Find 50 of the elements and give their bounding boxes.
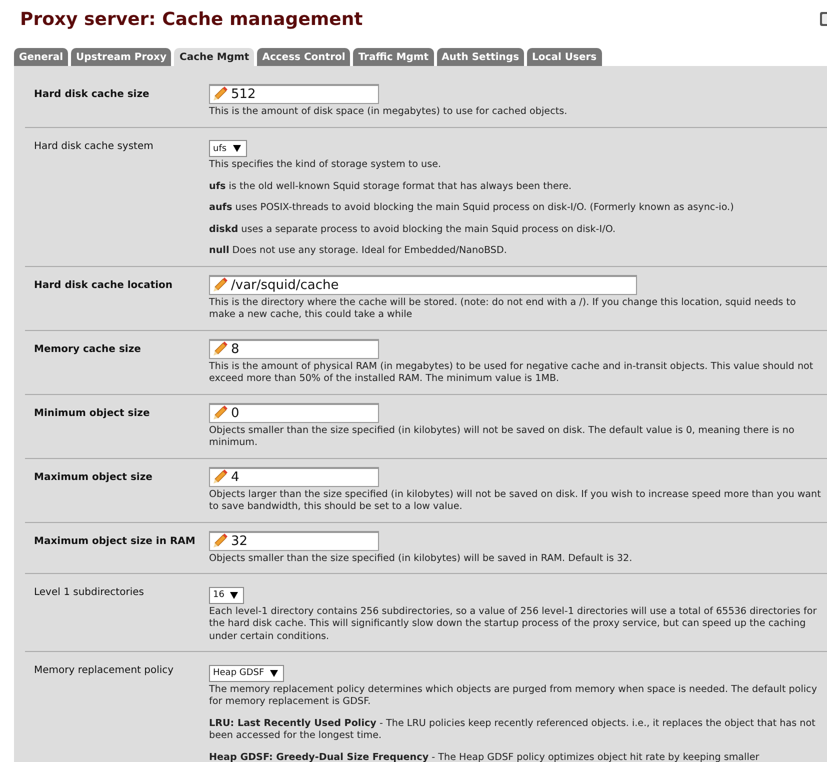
pencil-icon — [212, 532, 228, 548]
dropdown[interactable]: ufs — [209, 140, 247, 157]
input-field[interactable]: 512 — [209, 84, 379, 104]
caret-icon — [230, 592, 238, 598]
input-field[interactable]: 4 — [209, 466, 379, 486]
input-field[interactable]: /var/squid/cache — [209, 274, 637, 294]
input-field[interactable]: 0 — [209, 402, 379, 422]
caret-icon — [270, 670, 278, 676]
field-label: Hard disk cache size — [34, 88, 150, 102]
pencil-icon — [212, 340, 228, 356]
pencil-icon — [212, 468, 228, 484]
field-label: Minimum object size — [34, 406, 151, 420]
tab[interactable]: Upstream Proxy — [71, 48, 172, 66]
field-label: Level 1 subdirectories — [34, 586, 145, 600]
pencil-icon — [212, 404, 228, 420]
field-label: Maximum object size — [34, 470, 154, 484]
input-field[interactable]: 32 — [209, 530, 379, 550]
field-label: Hard disk cache system — [34, 140, 154, 154]
description-text: Objects larger than the size specified (in kilobytes) will not be saved on disk. If you wish to increase speed more than you want to save bandwidth, this should be set to a low value. — [209, 488, 822, 514]
description-text: Objects smaller than the size specified (in kilobytes) will be saved in RAM. Default is 32. — [209, 552, 634, 565]
tab[interactable]: Local Users — [527, 48, 602, 66]
tab[interactable]: Auth Settings — [436, 48, 524, 66]
description-text: ufs is the old well-known Squid storage format that has always been there. — [209, 180, 573, 193]
pencil-icon — [212, 86, 228, 102]
input-field[interactable]: 8 — [209, 338, 379, 358]
page-title: Proxy server: Cache management — [20, 8, 363, 32]
description-text: Objects smaller than the size specified (in kilobytes) will not be saved on disk. The default value is 0, meaning there is no minimum. — [209, 424, 796, 450]
description-text: This specifies the kind of storage system to use. — [209, 159, 442, 172]
field-label: Maximum object size in RAM — [34, 534, 196, 548]
dropdown[interactable]: 16 — [209, 586, 244, 604]
description-text: null Does not use any storage. Ideal for Embedded/NanoBSD. — [209, 245, 508, 258]
field-label: Memory replacement policy — [34, 664, 175, 678]
description-text: This is the directory where the cache will be stored. (note: do not end with a /). If you change this location, squid needs to make a new cache, this could take a while — [209, 296, 797, 322]
field-label: Hard disk cache location — [34, 278, 174, 292]
tab[interactable]: Traffic Mgmt — [353, 48, 434, 66]
tab[interactable]: Access Control — [257, 48, 350, 66]
pencil-icon — [212, 276, 228, 292]
description-text: This is the amount of disk space (in megabytes) to use for cached objects. — [209, 106, 568, 118]
description-text: diskd uses a separate process to avoid blocking the main Squid process on disk-I/O. — [209, 224, 617, 236]
dropdown[interactable]: Heap GDSF — [209, 664, 284, 682]
description-text: Each level-1 directory contains 256 subdirectories, so a value of 256 level-1 directories will use a total of 65536 directories for the hard disk cache. This will significantly slow down the startup process of the proxy service, but can speed up the caching under certain conditions. — [209, 606, 818, 643]
description-text: aufs uses POSIX-threads to avoid blocking the main Squid process on disk-I/O. (Formerly known as async-io.) — [209, 202, 735, 214]
description-text: Heap GDSF: Greedy-Dual Size Frequency - The Heap GDSF policy optimizes object hit rate by keeping smaller — [209, 752, 760, 762]
field-label: Memory cache size — [34, 342, 142, 356]
tab[interactable]: General — [14, 48, 68, 66]
caret-icon — [232, 145, 241, 152]
description-text: LRU: Last Recently Used Policy - The LRU policies keep recently referenced objects. i.e., it replaces the object that has not been accessed for the longest time. — [209, 718, 816, 742]
tab[interactable]: Cache Mgmt — [174, 48, 254, 66]
description-text: This is the amount of physical RAM (in megabytes) to be used for negative cache and in-transit objects. This value should not exceed more than 50% of the installed RAM. The minimum value is 1MB. — [209, 360, 814, 386]
description-text: The memory replacement policy determines which objects are purged from memory when space is needed. The default policy for memory replacement is GDSF. — [209, 684, 818, 708]
